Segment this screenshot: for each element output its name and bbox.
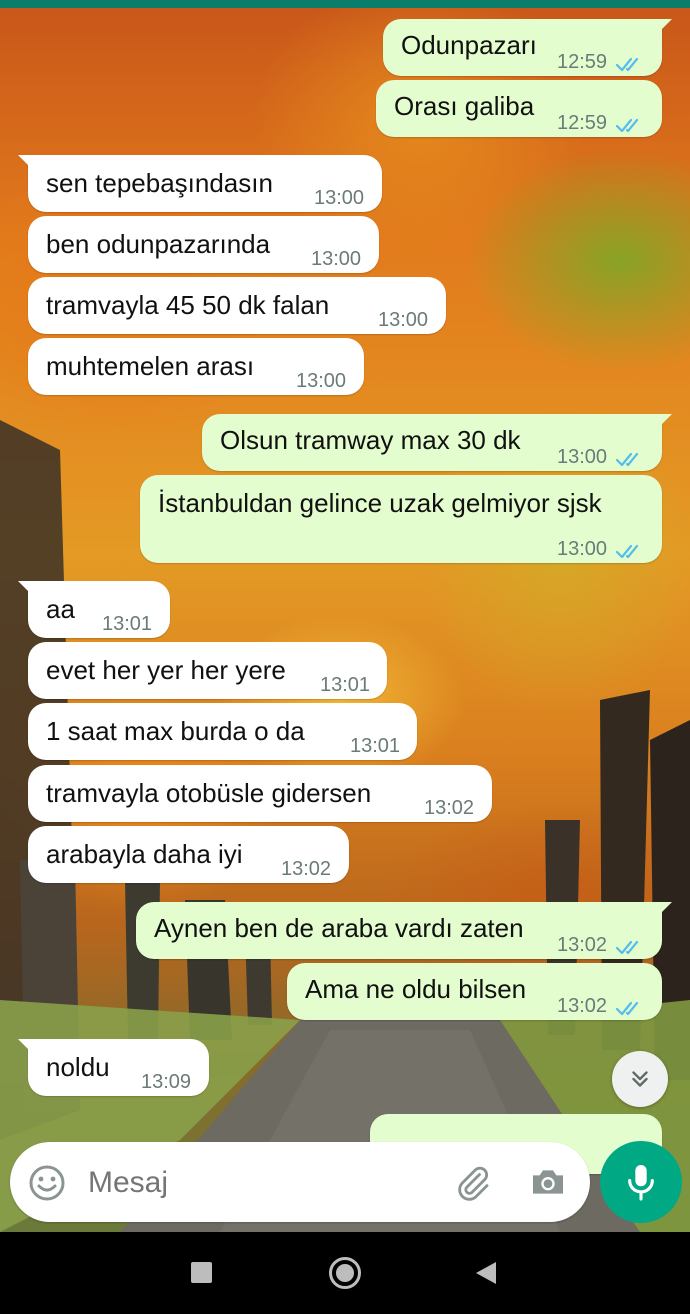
outgoing-message-bubble[interactable]: Odunpazarı 12:59: [383, 19, 672, 76]
android-navigation-bar: [0, 1232, 690, 1314]
message-text: Orası galiba: [394, 91, 535, 121]
message-text: Odunpazarı: [401, 30, 537, 60]
recents-square-icon[interactable]: [191, 1262, 212, 1283]
outgoing-message-bubble[interactable]: Orası galiba 12:59: [376, 80, 662, 137]
message-text: İstanbuldan gelince uzak gelmiyor sjsk: [158, 488, 602, 518]
bubble-tail: [18, 1039, 32, 1053]
message-text: tramvayla 45 50 dk falan: [46, 290, 330, 320]
message-timestamp: 13:00: [311, 248, 362, 270]
scroll-to-bottom-button[interactable]: [612, 1051, 668, 1107]
message-timestamp: 13:00: [296, 370, 347, 392]
message-timestamp: 12:59: [557, 112, 608, 134]
incoming-message-bubble[interactable]: sen tepebaşındasın 13:00: [18, 155, 382, 212]
read-receipt-icon: [615, 48, 645, 72]
message-text: sen tepebaşındasın: [46, 168, 273, 198]
read-receipt-icon: [615, 109, 645, 133]
incoming-message-bubble[interactable]: ben odunpazarında 13:00: [28, 216, 379, 273]
incoming-message-bubble[interactable]: noldu 13:09: [18, 1039, 209, 1096]
message-timestamp: 13:00: [314, 187, 365, 209]
outgoing-message-bubble[interactable]: Ama ne oldu bilsen 13:02: [287, 963, 662, 1020]
message-input[interactable]: [86, 1160, 430, 1206]
incoming-message-bubble[interactable]: aa 13:01: [18, 581, 170, 638]
incoming-message-bubble[interactable]: 1 saat max burda o da 13:01: [28, 703, 417, 760]
read-receipt-icon: [615, 443, 645, 467]
bubble-tail: [18, 581, 32, 595]
smiley-icon[interactable]: [28, 1164, 66, 1202]
status-bar-strip: [0, 0, 690, 8]
incoming-message-bubble[interactable]: arabayla daha iyi 13:02: [28, 826, 349, 883]
bubble-tail: [658, 414, 672, 428]
message-timestamp: 12:59: [557, 51, 608, 73]
message-text: Ama ne oldu bilsen: [305, 974, 527, 1004]
message-timestamp: 13:01: [102, 613, 153, 635]
message-timestamp: 13:02: [281, 858, 332, 880]
message-timestamp: 13:02: [557, 934, 608, 956]
message-text: Olsun tramway max 30 dk: [220, 425, 521, 455]
read-receipt-icon: [615, 931, 645, 955]
incoming-message-bubble[interactable]: muhtemelen arası 13:00: [28, 338, 364, 395]
message-text: Aynen ben de araba vardı zaten: [154, 913, 524, 943]
outgoing-message-bubble[interactable]: Aynen ben de araba vardı zaten 13:02: [136, 902, 672, 959]
message-timestamp: 13:00: [557, 446, 608, 468]
voice-record-button[interactable]: [600, 1141, 682, 1223]
incoming-message-bubble[interactable]: evet her yer her yere 13:01: [28, 642, 387, 699]
read-receipt-icon: [615, 992, 645, 1016]
message-text: evet her yer her yere: [46, 655, 286, 685]
microphone-icon: [628, 1165, 654, 1201]
message-timestamp: 13:01: [320, 674, 371, 696]
outgoing-message-bubble[interactable]: Olsun tramway max 30 dk 13:00: [202, 414, 672, 471]
incoming-message-bubble[interactable]: tramvayla 45 50 dk falan 13:00: [28, 277, 446, 334]
message-timestamp: 13:02: [424, 797, 475, 819]
camera-icon[interactable]: [528, 1162, 568, 1202]
bubble-tail: [658, 902, 672, 916]
read-receipt-icon: [615, 535, 645, 559]
double-chevron-down-icon: [632, 1071, 648, 1087]
message-text: arabayla daha iyi: [46, 839, 243, 869]
incoming-message-bubble[interactable]: tramvayla otobüsle gidersen 13:02: [28, 765, 492, 822]
back-triangle-icon[interactable]: [474, 1260, 498, 1286]
message-text: aa: [46, 594, 75, 624]
message-composer[interactable]: [10, 1142, 590, 1222]
message-text: 1 saat max burda o da: [46, 716, 305, 746]
message-timestamp: 13:02: [557, 995, 608, 1017]
paperclip-icon[interactable]: [452, 1162, 492, 1202]
outgoing-message-bubble[interactable]: İstanbuldan gelince uzak gelmiyor sjsk 13…: [140, 475, 662, 563]
home-circle-icon[interactable]: [329, 1257, 361, 1289]
message-text: noldu: [46, 1052, 110, 1082]
message-text: muhtemelen arası: [46, 351, 255, 381]
bubble-tail: [658, 19, 672, 33]
message-timestamp: 13:00: [378, 309, 429, 331]
message-timestamp: 13:09: [141, 1071, 192, 1093]
message-timestamp: 13:01: [350, 735, 401, 757]
message-text: tramvayla otobüsle gidersen: [46, 778, 372, 808]
message-timestamp: 13:00: [557, 538, 608, 560]
message-text: ben odunpazarında: [46, 229, 271, 259]
bubble-tail: [18, 155, 32, 169]
